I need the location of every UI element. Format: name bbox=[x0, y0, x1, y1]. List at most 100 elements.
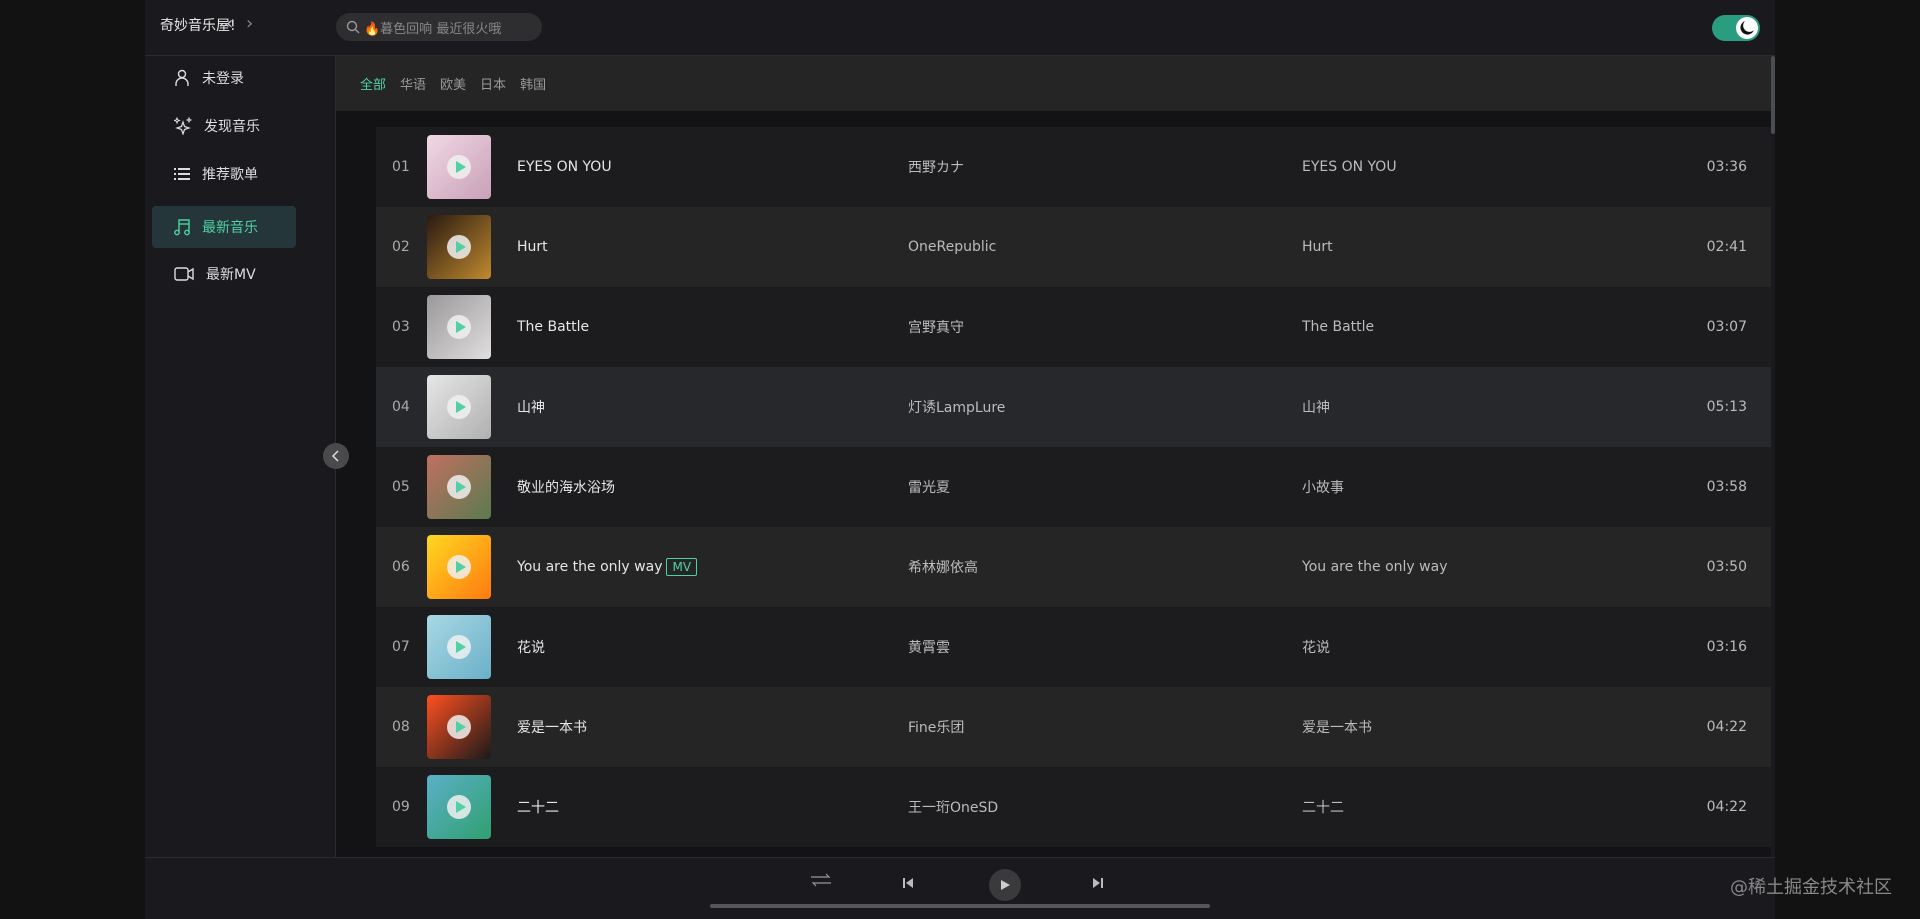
chevron-left-icon bbox=[331, 450, 339, 462]
album-cover[interactable] bbox=[427, 135, 491, 199]
play-icon bbox=[1001, 880, 1010, 890]
sidebar-item-label: 发现音乐 bbox=[204, 119, 260, 135]
filter-all[interactable]: 全部 bbox=[360, 74, 386, 93]
song-album[interactable]: 二十二 bbox=[1302, 797, 1344, 817]
song-album[interactable]: 小故事 bbox=[1302, 477, 1344, 497]
song-duration: 03:07 bbox=[1706, 319, 1747, 335]
dark-mode-toggle[interactable] bbox=[1712, 15, 1760, 41]
album-cover[interactable] bbox=[427, 215, 491, 279]
scrollbar[interactable] bbox=[1771, 56, 1775, 857]
song-number: 02 bbox=[392, 239, 410, 255]
song-album[interactable]: Hurt bbox=[1302, 239, 1333, 255]
song-number: 06 bbox=[392, 559, 410, 575]
back-icon[interactable]: ‹ bbox=[226, 13, 233, 34]
song-artist[interactable]: OneRepublic bbox=[908, 239, 996, 255]
song-album[interactable]: 山神 bbox=[1302, 397, 1330, 417]
song-album[interactable]: 爱是一本书 bbox=[1302, 717, 1372, 737]
song-artist[interactable]: 黄霄雲 bbox=[908, 637, 950, 657]
sidebar-item-playlists[interactable]: 推荐歌单 bbox=[152, 153, 296, 195]
moon-icon bbox=[1736, 17, 1758, 39]
filter-western[interactable]: 欧美 bbox=[440, 74, 466, 93]
song-artist[interactable]: 西野カナ bbox=[908, 157, 964, 177]
song-list-container: 01 EYES ON YOU 西野カナ EYES ON YOU 03:36 02 … bbox=[336, 111, 1771, 857]
player-bar bbox=[145, 857, 1775, 919]
album-cover[interactable] bbox=[427, 375, 491, 439]
filter-korean[interactable]: 韩国 bbox=[520, 74, 546, 93]
song-album[interactable]: You are the only way bbox=[1302, 559, 1447, 575]
song-title[interactable]: You are the only way MV bbox=[517, 558, 698, 576]
collapse-sidebar-button[interactable] bbox=[323, 443, 349, 469]
mv-badge[interactable]: MV bbox=[666, 558, 698, 576]
song-duration: 02:41 bbox=[1706, 239, 1747, 255]
play-button[interactable] bbox=[989, 869, 1021, 901]
sidebar-item-new-mv[interactable]: 最新MV bbox=[152, 253, 296, 295]
play-icon[interactable] bbox=[447, 315, 471, 339]
song-row[interactable]: 09 二十二 王一珩OneSD 二十二 04:22 bbox=[376, 767, 1771, 847]
brand-title: 奇妙音乐屋! bbox=[160, 18, 236, 34]
song-artist[interactable]: 灯诱LampLure bbox=[908, 397, 1005, 417]
song-duration: 03:16 bbox=[1706, 639, 1747, 655]
song-title-text: 敬业的海水浴场 bbox=[517, 480, 615, 496]
filter-chinese[interactable]: 华语 bbox=[400, 74, 426, 93]
play-icon[interactable] bbox=[447, 235, 471, 259]
song-artist[interactable]: 希林娜依高 bbox=[908, 557, 978, 577]
song-album[interactable]: 花说 bbox=[1302, 637, 1330, 657]
song-artist[interactable]: 雷光夏 bbox=[908, 477, 950, 497]
album-cover[interactable] bbox=[427, 695, 491, 759]
song-row[interactable]: 02 Hurt OneRepublic Hurt 02:41 bbox=[376, 207, 1771, 287]
shuffle-icon[interactable] bbox=[810, 873, 832, 887]
song-album[interactable]: The Battle bbox=[1302, 319, 1374, 335]
filter-japanese[interactable]: 日本 bbox=[480, 74, 506, 93]
song-title-text: Hurt bbox=[517, 239, 548, 255]
scrollbar-thumb[interactable] bbox=[1771, 56, 1775, 134]
sidebar-item-new-music[interactable]: 最新音乐 bbox=[152, 206, 296, 248]
album-cover[interactable] bbox=[427, 615, 491, 679]
album-cover[interactable] bbox=[427, 775, 491, 839]
forward-icon[interactable]: › bbox=[246, 13, 253, 34]
sidebar-item-discover[interactable]: 发现音乐 bbox=[152, 105, 296, 147]
song-title[interactable]: 敬业的海水浴场 bbox=[517, 477, 615, 497]
search-placeholder: 🔥暮色回响 最近很火哦 bbox=[364, 21, 502, 37]
song-title[interactable]: 二十二 bbox=[517, 797, 559, 817]
play-icon[interactable] bbox=[447, 555, 471, 579]
song-row[interactable]: 07 花说 黄霄雲 花说 03:16 bbox=[376, 607, 1771, 687]
song-title[interactable]: 山神 bbox=[517, 397, 545, 417]
song-artist[interactable]: 王一珩OneSD bbox=[908, 797, 998, 817]
song-title[interactable]: 花说 bbox=[517, 637, 545, 657]
song-title[interactable]: EYES ON YOU bbox=[517, 159, 612, 175]
song-artist[interactable]: Fine乐团 bbox=[908, 717, 964, 737]
song-row[interactable]: 01 EYES ON YOU 西野カナ EYES ON YOU 03:36 bbox=[376, 127, 1771, 207]
play-icon[interactable] bbox=[447, 795, 471, 819]
album-cover[interactable] bbox=[427, 535, 491, 599]
song-row[interactable]: 05 敬业的海水浴场 雷光夏 小故事 03:58 bbox=[376, 447, 1771, 527]
next-icon[interactable] bbox=[1092, 877, 1104, 889]
song-title[interactable]: Hurt bbox=[517, 239, 548, 255]
play-icon[interactable] bbox=[447, 635, 471, 659]
song-title-text: You are the only way bbox=[517, 559, 663, 575]
song-number: 08 bbox=[392, 719, 410, 735]
song-row[interactable]: 04 山神 灯诱LampLure 山神 05:13 bbox=[376, 367, 1771, 447]
sparkle-icon bbox=[174, 117, 192, 135]
search-icon bbox=[346, 20, 360, 34]
song-duration: 03:36 bbox=[1706, 159, 1747, 175]
song-duration: 03:50 bbox=[1706, 559, 1747, 575]
play-icon[interactable] bbox=[447, 475, 471, 499]
play-icon[interactable] bbox=[447, 155, 471, 179]
play-icon[interactable] bbox=[447, 395, 471, 419]
album-cover[interactable] bbox=[427, 295, 491, 359]
song-row[interactable]: 06 You are the only way MV 希林娜依高 You are … bbox=[376, 527, 1771, 607]
song-title[interactable]: 爱是一本书 bbox=[517, 717, 587, 737]
play-icon[interactable] bbox=[447, 715, 471, 739]
search-input[interactable]: 🔥暮色回响 最近很火哦 bbox=[336, 13, 542, 41]
sidebar-item-label: 推荐歌单 bbox=[202, 167, 258, 183]
sidebar: 未登录 发现音乐 推荐歌单 最新音乐 最新MV bbox=[145, 56, 336, 857]
song-row[interactable]: 03 The Battle 宫野真守 The Battle 03:07 bbox=[376, 287, 1771, 367]
song-title[interactable]: The Battle bbox=[517, 319, 589, 335]
previous-icon[interactable] bbox=[902, 877, 914, 889]
progress-bar[interactable] bbox=[710, 904, 1210, 908]
sidebar-item-login[interactable]: 未登录 bbox=[152, 57, 296, 99]
song-album[interactable]: EYES ON YOU bbox=[1302, 159, 1397, 175]
album-cover[interactable] bbox=[427, 455, 491, 519]
song-row[interactable]: 08 爱是一本书 Fine乐团 爱是一本书 04:22 bbox=[376, 687, 1771, 767]
song-artist[interactable]: 宫野真守 bbox=[908, 317, 964, 337]
